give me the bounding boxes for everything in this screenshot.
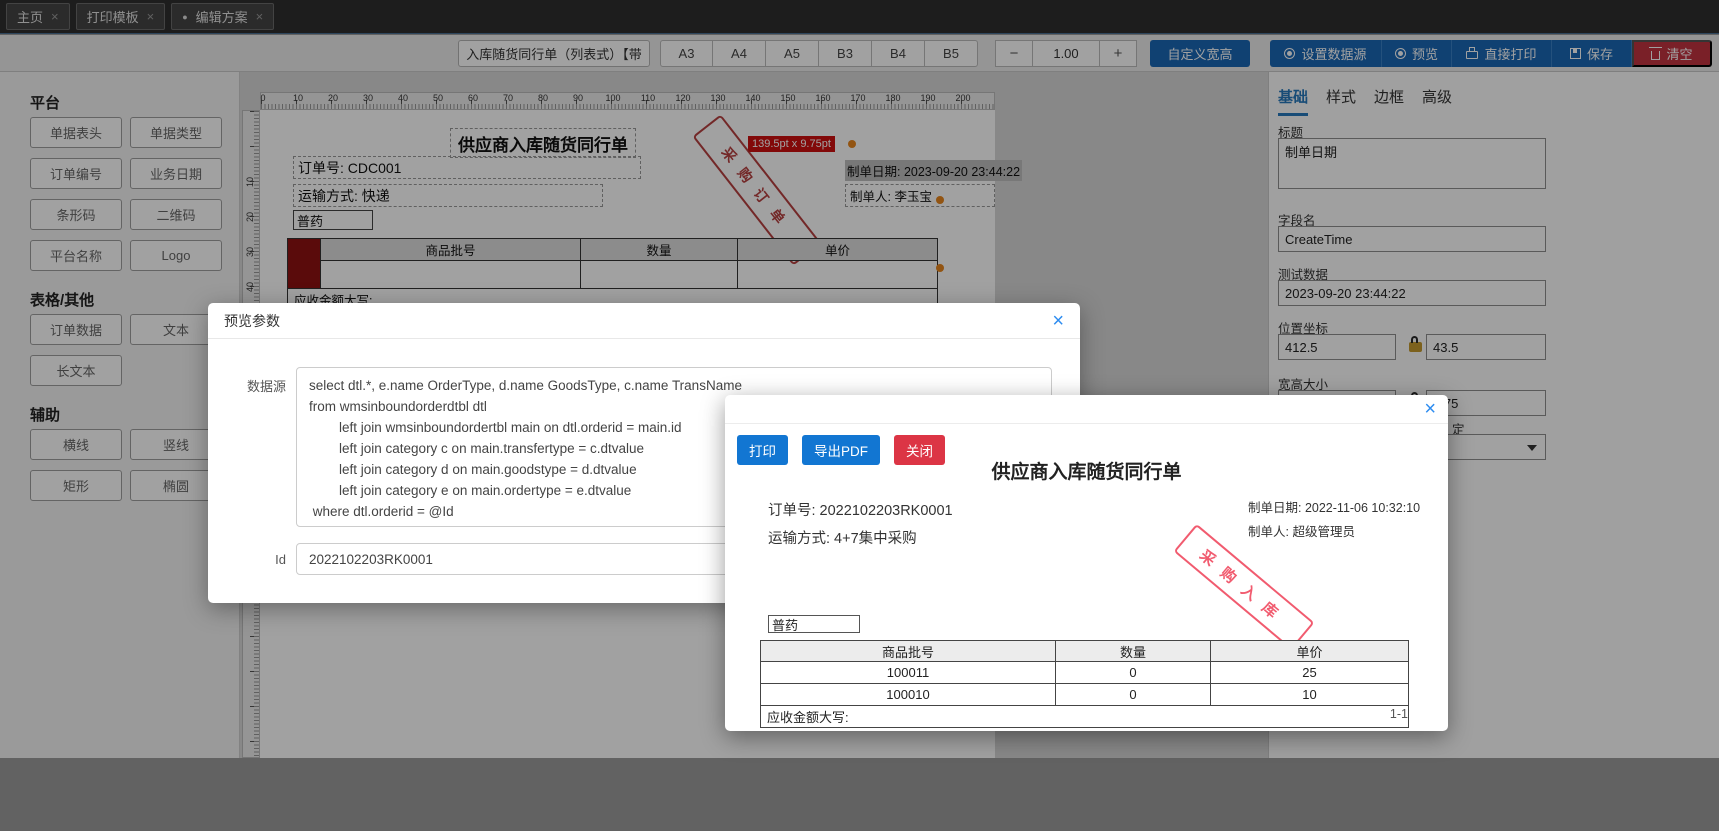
preview-table-footer: 应收金额大写:: [760, 705, 1409, 728]
print-preview-modal: × 打印 导出PDF 关闭 供应商入库随货同行单 订单号: 2022102203…: [725, 395, 1448, 731]
preview-order-no: 订单号: 2022102203RK0001: [768, 503, 953, 519]
preview-create-date: 制单日期: 2022-11-06 10:32:10: [1248, 501, 1421, 515]
preview-table-cell: 0: [1055, 661, 1211, 684]
app-screen: 主页 × 打印模板 × ● 编辑方案 × 入库随货同行单（列表式）【带 A3 A…: [0, 0, 1719, 831]
preview-params-title: 预览参数: [224, 312, 280, 329]
preview-table-row: 100011 0 25: [760, 661, 1409, 684]
datasource-label: 数据源: [246, 379, 286, 394]
preview-document: 供应商入库随货同行单 订单号: 2022102203RK0001 运输方式: 4…: [755, 457, 1420, 728]
id-label: Id: [275, 552, 286, 567]
preview-transport: 运输方式: 4+7集中采购: [768, 531, 917, 547]
preview-table: 商品批号 数量 单价 100011 0 25 100010 0 10 应收金额大…: [760, 640, 1409, 728]
preview-table-header: 单价: [1210, 640, 1409, 662]
preview-table-cell: 25: [1210, 661, 1409, 684]
print-preview-header: ×: [725, 395, 1448, 424]
preview-table-cell: 100011: [760, 661, 1056, 684]
preview-drug-type: 普药: [768, 615, 860, 633]
preview-creator: 制单人: 超级管理员: [1248, 525, 1355, 539]
preview-table-cell: 10: [1210, 683, 1409, 706]
preview-stamp: 采购入库: [1173, 523, 1315, 651]
close-icon[interactable]: ×: [1052, 311, 1064, 331]
close-icon[interactable]: ×: [1424, 399, 1436, 419]
preview-doc-title: 供应商入库随货同行单: [991, 462, 1182, 483]
preview-table-header: 商品批号: [760, 640, 1056, 662]
preview-table-cell: 100010: [760, 683, 1056, 706]
preview-table-cell: 0: [1055, 683, 1211, 706]
preview-table-header: 数量: [1055, 640, 1211, 662]
preview-table-row: 100010 0 10: [760, 683, 1409, 706]
page-indicator: 1-1: [1389, 707, 1408, 721]
preview-params-header: 预览参数 ×: [208, 303, 1080, 339]
